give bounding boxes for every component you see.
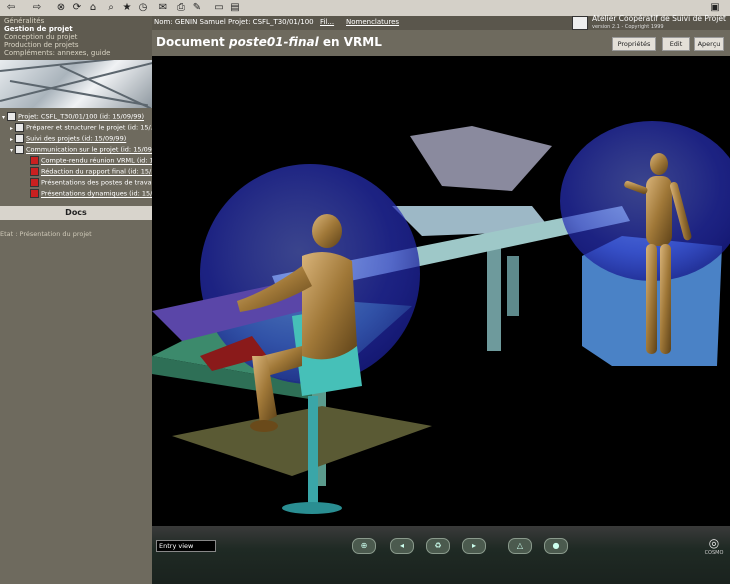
vrml-viewer-controls: Entry view ⊕ ◂ ♻ ▸ △ ● ◎ COSMO: [152, 526, 730, 584]
chair-post: [308, 396, 318, 506]
chair-base: [282, 502, 342, 514]
docs-tab[interactable]: Docs: [0, 206, 152, 220]
menu-item-complements[interactable]: Compléments: annexes, guide: [4, 49, 110, 57]
document-red-icon: [30, 189, 39, 198]
pan-left-icon[interactable]: ◂: [390, 538, 414, 554]
document-red-icon: [30, 156, 39, 165]
cosmo-swirl-icon: ◎: [708, 536, 720, 550]
main-header: Nom: GENIN Samuel Projet: CSFL_T30/01/10…: [152, 14, 730, 31]
cosmo-logo: ◎ COSMO: [700, 536, 728, 556]
print-icon[interactable]: ⎙: [174, 2, 188, 14]
zoom-icon[interactable]: ⊕: [352, 538, 376, 554]
tree-item-redaction[interactable]: Rédaction du rapport final (id: 15/...): [30, 167, 152, 178]
tree-item-compte-rendu[interactable]: Compte-rendu réunion VRML (id: 15/...): [30, 156, 152, 167]
tree-item-presentations-dynamiques[interactable]: Présentations dynamiques (id: 15/...): [30, 189, 152, 200]
document-red-icon: [30, 178, 39, 187]
document-icon: [15, 123, 24, 132]
sidebar-menu: Généralités Gestion de projet Conception…: [0, 16, 152, 60]
floor-mat: [172, 406, 432, 476]
forward-icon[interactable]: ⇨: [30, 2, 44, 14]
workstation-3d-scene: [152, 121, 730, 514]
search-icon[interactable]: ⌕: [104, 2, 118, 14]
project-tree: ▾ Projet: CSFL_T30/01/100 (id: 15/09/99) …: [0, 112, 152, 204]
rotate-icon[interactable]: ♻: [426, 538, 450, 554]
back-icon[interactable]: ⇦: [4, 2, 18, 14]
project-banner-image: [0, 60, 152, 108]
tree-item-suivi[interactable]: ▸ Suivi des projets (id: 15/09/99): [10, 134, 152, 145]
printer-icon[interactable]: [572, 16, 588, 30]
document-titlebar: Document poste01-final en VRML Propriété…: [152, 30, 730, 56]
vrml-viewport[interactable]: [152, 56, 730, 526]
folder-icon: [7, 112, 16, 121]
tree-item-presentations-postes[interactable]: Présentations des postes de travail (id:…: [30, 178, 152, 189]
document-icon: [15, 134, 24, 143]
mail-icon[interactable]: ✉: [156, 2, 170, 14]
menu-item-generalites[interactable]: Généralités: [4, 17, 44, 25]
header-link-fil[interactable]: Fil...: [320, 18, 334, 26]
messenger-icon[interactable]: ▤: [228, 2, 242, 14]
tree-item-communication[interactable]: ▾ Communication sur le projet (id: 15/09/…: [10, 145, 152, 156]
favorites-icon[interactable]: ★: [120, 2, 134, 14]
tilt-icon[interactable]: △: [508, 538, 532, 554]
properties-button[interactable]: Propriétés: [612, 37, 656, 51]
preview-button[interactable]: Aperçu: [694, 37, 724, 51]
refresh-icon[interactable]: ⟳: [70, 2, 84, 14]
sidebar: Généralités Gestion de projet Conception…: [0, 16, 152, 584]
machine-leg: [487, 241, 501, 351]
window-icon[interactable]: ▣: [708, 2, 722, 14]
stop-icon[interactable]: ⊗: [54, 2, 68, 14]
machine-leg: [507, 256, 519, 316]
hopper-machine: [410, 126, 552, 191]
tree-item-preparer[interactable]: ▸ Préparer et structurer le projet (id: 1…: [10, 123, 152, 134]
discuss-icon[interactable]: ▭: [212, 2, 226, 14]
app-brand: Atelier Coopératif de Suivi de Projet ve…: [592, 14, 726, 31]
project-id: Projet: CSFL_T30/01/100: [228, 18, 314, 26]
viewpoint-field[interactable]: Entry view: [156, 540, 216, 552]
menu-item-production[interactable]: Production de projets: [4, 41, 79, 49]
document-red-icon: [30, 167, 39, 176]
history-icon[interactable]: ◷: [136, 2, 150, 14]
document-icon: [15, 145, 24, 154]
header-link-nomenclatures[interactable]: Nomenclatures: [346, 18, 399, 26]
edit-button[interactable]: Edit: [662, 37, 690, 51]
tree-item-projet[interactable]: ▾ Projet: CSFL_T30/01/100 (id: 15/09/99): [2, 112, 152, 123]
seek-icon[interactable]: ●: [544, 538, 568, 554]
pan-right-icon[interactable]: ▸: [462, 538, 486, 554]
menu-item-gestion[interactable]: Gestion de projet: [4, 25, 73, 33]
home-icon[interactable]: ⌂: [86, 2, 100, 14]
user-name: Nom: GENIN Samuel: [154, 18, 226, 26]
status-text: Etat : Présentation du projet: [0, 230, 92, 238]
page-title: Document poste01-final en VRML: [156, 35, 382, 49]
edit-icon[interactable]: ✎: [190, 2, 204, 14]
menu-item-conception[interactable]: Conception du projet: [4, 33, 77, 41]
